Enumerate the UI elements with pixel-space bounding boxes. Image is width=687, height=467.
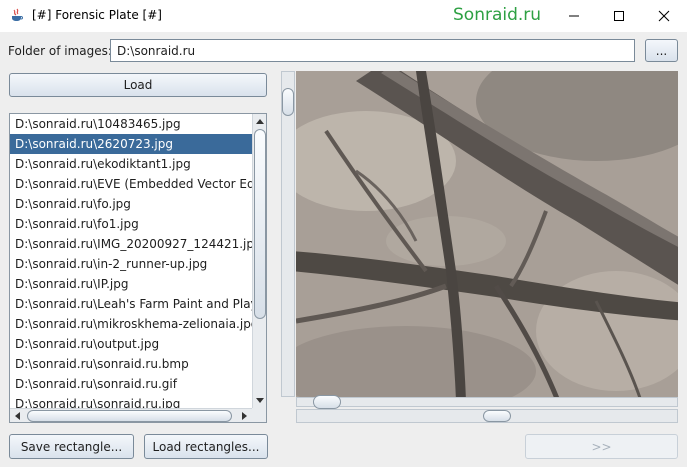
folder-label: Folder of images: bbox=[8, 44, 112, 58]
load-button[interactable]: Load bbox=[9, 73, 267, 97]
close-icon bbox=[658, 10, 670, 22]
branches-photo bbox=[296, 71, 678, 397]
file-list-item[interactable]: D:\sonraid.ru\fo.jpg bbox=[10, 194, 252, 214]
file-list-item[interactable]: D:\sonraid.ru\10483465.jpg bbox=[10, 114, 252, 134]
minimize-icon bbox=[569, 15, 579, 17]
image-vertical-slider[interactable] bbox=[281, 71, 295, 397]
scroll-left-icon[interactable] bbox=[15, 412, 20, 420]
image-horizontal-slider[interactable] bbox=[296, 395, 678, 409]
maximize-icon bbox=[614, 11, 624, 21]
image-zoom-slider-thumb[interactable] bbox=[483, 410, 511, 422]
file-list-item[interactable]: D:\sonraid.ru\sonraid.ru.bmp bbox=[10, 354, 252, 374]
list-horizontal-scroll-thumb[interactable] bbox=[27, 410, 232, 422]
list-horizontal-scrollbar[interactable] bbox=[10, 408, 252, 422]
file-list-item[interactable]: D:\sonraid.ru\IMG_20200927_124421.jpg bbox=[10, 234, 252, 254]
scroll-corner bbox=[252, 408, 266, 422]
minimize-button[interactable] bbox=[551, 0, 597, 32]
file-list-item[interactable]: D:\sonraid.ru\ekodiktant1.jpg bbox=[10, 154, 252, 174]
file-list-item[interactable]: D:\sonraid.ru\in-2_runner-up.jpg bbox=[10, 254, 252, 274]
file-list-item[interactable]: D:\sonraid.ru\IP.jpg bbox=[10, 274, 252, 294]
scroll-up-icon[interactable] bbox=[256, 119, 264, 124]
watermark: Sonraid.ru bbox=[453, 5, 542, 25]
file-list-item[interactable]: D:\sonraid.ru\mikroskhema-zelionaia.jpg bbox=[10, 314, 252, 334]
image-vertical-slider-thumb[interactable] bbox=[282, 88, 294, 116]
file-list-item[interactable]: D:\sonraid.ru\sonraid.ru.gif bbox=[10, 374, 252, 394]
file-list-item[interactable]: D:\sonraid.ru\EVE (Embedded Vector Edito… bbox=[10, 174, 252, 194]
java-app-icon bbox=[10, 8, 24, 22]
file-list-panel: D:\sonraid.ru\10483465.jpg D:\sonraid.ru\… bbox=[9, 113, 267, 423]
file-list[interactable]: D:\sonraid.ru\10483465.jpg D:\sonraid.ru\… bbox=[10, 114, 252, 408]
image-horizontal-slider-thumb[interactable] bbox=[313, 395, 341, 409]
folder-path-input[interactable] bbox=[110, 39, 635, 62]
window-title: [#] Forensic Plate [#] bbox=[32, 8, 162, 22]
scroll-right-icon[interactable] bbox=[242, 412, 247, 420]
image-view[interactable] bbox=[296, 71, 678, 397]
list-vertical-scroll-thumb[interactable] bbox=[254, 129, 266, 319]
file-list-item[interactable]: D:\sonraid.ru\fo1.jpg bbox=[10, 214, 252, 234]
maximize-button[interactable] bbox=[596, 0, 642, 32]
file-list-item[interactable]: D:\sonraid.ru\2620723.jpg bbox=[10, 134, 252, 154]
save-rectangle-button[interactable]: Save rectangle... bbox=[9, 434, 134, 459]
file-list-item[interactable]: D:\sonraid.ru\Leah's Farm Paint and Play… bbox=[10, 294, 252, 314]
file-list-item[interactable]: D:\sonraid.ru\output.jpg bbox=[10, 334, 252, 354]
close-button[interactable] bbox=[641, 0, 687, 32]
image-zoom-slider[interactable] bbox=[296, 409, 678, 423]
file-list-item[interactable]: D:\sonraid.ru\sonraid.ru.jpg bbox=[10, 394, 252, 408]
list-vertical-scrollbar[interactable] bbox=[252, 114, 266, 408]
next-button[interactable]: >> bbox=[525, 434, 678, 459]
browse-folder-button[interactable]: ... bbox=[645, 39, 678, 62]
load-rectangles-button[interactable]: Load rectangles... bbox=[144, 434, 268, 459]
scroll-down-icon[interactable] bbox=[256, 398, 264, 403]
